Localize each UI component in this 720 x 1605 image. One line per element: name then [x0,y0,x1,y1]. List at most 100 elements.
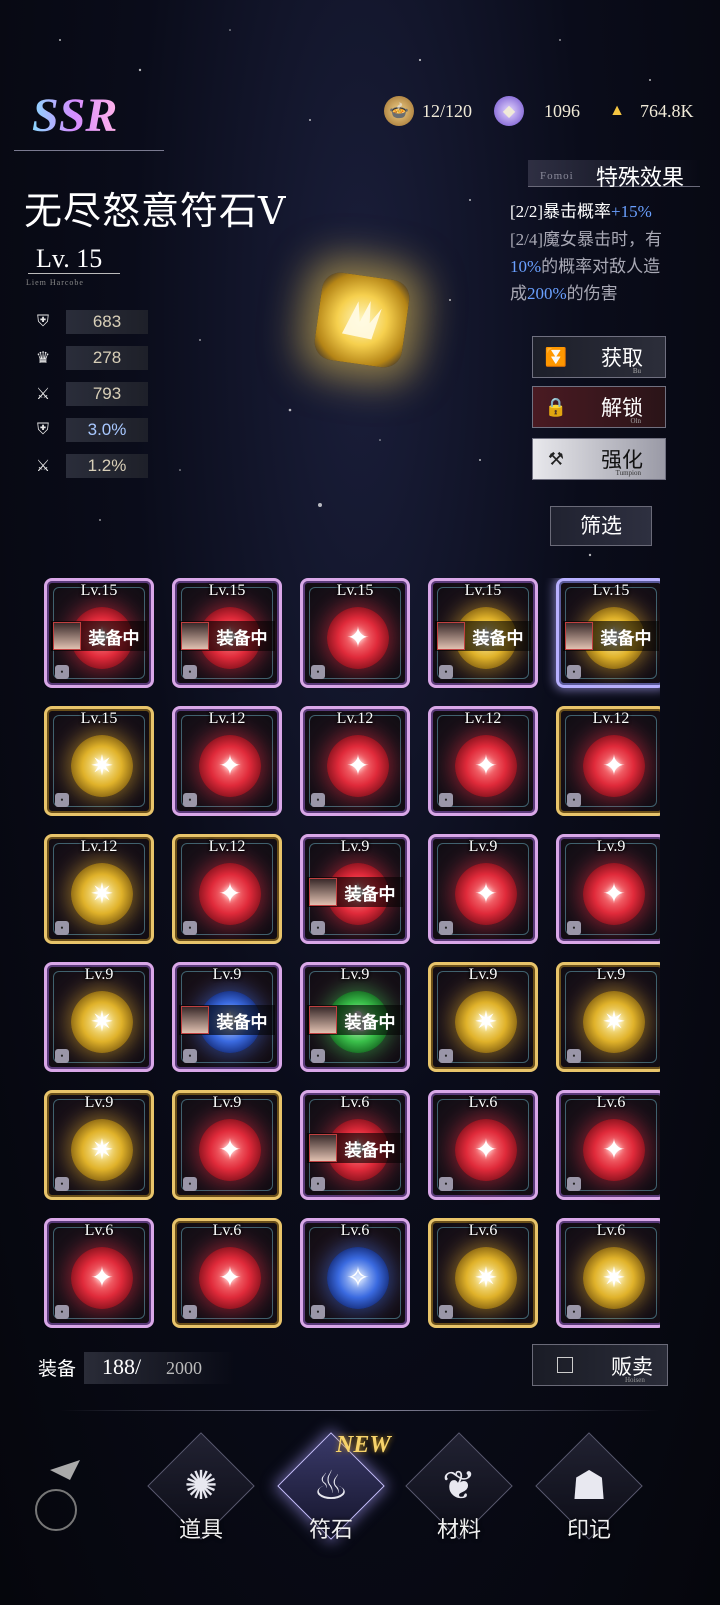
rune-orb-icon: ✦ [327,735,389,797]
sell-checkbox[interactable] [557,1357,573,1373]
effect-text: 成 [510,284,527,303]
nav-seal[interactable]: ☗ 印记 [534,1432,644,1550]
rune-slot[interactable]: ✦ Lv.9 • [556,834,660,944]
stat-row: ⛨ 683 [32,310,148,334]
obtain-button[interactable]: ⏬ 获取 Bu [532,336,666,378]
attack-icon: ⚔ [35,386,51,403]
character-avatar [181,1006,209,1034]
rune-slot[interactable]: ✷ Lv.15 • [44,706,154,816]
enhance-button[interactable]: ⚒ 强化 Tumpion [532,438,666,480]
rune-slot[interactable]: ✦Lv.6•装备中 [300,1090,410,1200]
rune-level: Lv.6 [212,1222,242,1239]
rune-orb-icon: ✦ [455,735,517,797]
lock-icon: • [183,921,197,935]
stamina-resource[interactable]: 🍲 12/120 [384,96,472,126]
rune-level: Lv.6 [468,1094,498,1111]
chevron-down-icon: ⏬ [544,346,568,367]
lock-icon: • [567,1177,581,1191]
lock-icon: • [55,665,69,679]
rune-slot[interactable]: ✷ Lv.9 • [428,962,538,1072]
rune-slot[interactable]: ✦Lv.9•装备中 [300,834,410,944]
bottom-divider [60,1410,660,1411]
rune-slot[interactable]: ✦ Lv.9 • [428,834,538,944]
rune-level: Lv.9 [212,966,242,983]
rune-level: Lv.9 [596,838,626,855]
rune-slot[interactable]: ✦ Lv.6 • [172,1218,282,1328]
rune-level: Lv.6 [84,1222,114,1239]
claw-icon [341,301,382,340]
food-icon: 🍲 [384,96,414,126]
anvil-icon: ⚒ [547,448,565,469]
rune-slot[interactable]: ✷Lv.15•装备中 [556,578,660,688]
rune-level: Lv.6 [596,1222,626,1239]
rune-orb-icon: ✷ [71,863,133,925]
rune-level: Lv.12 [592,710,630,727]
back-rose-ornament[interactable] [20,1440,100,1550]
rune-slot[interactable]: ✦ Lv.12 • [300,706,410,816]
rune-slot[interactable]: ✦ Lv.12 • [556,706,660,816]
obtain-sublabel: Bu [632,367,641,375]
sell-toggle[interactable]: 贩卖 Hoisen [532,1344,668,1386]
rune-slot[interactable]: ✧Lv.9•装备中 [172,962,282,1072]
defense-icon: ⛨ [36,313,49,330]
rune-slot[interactable]: ✦ Lv.12 • [428,706,538,816]
character-avatar [53,622,81,650]
rune-orb-icon: ✦ [327,607,389,669]
rune-slot[interactable]: ✦ Lv.6 • [44,1218,154,1328]
equipped-label: 装备中 [600,628,652,649]
crystal-value: 1096 [544,100,580,121]
equipped-label: 装备中 [216,1012,268,1033]
rune-orb-icon: ✦ [199,735,261,797]
rune-slot[interactable]: ✷ Lv.9 • [44,1090,154,1200]
character-avatar [309,878,337,906]
rune-slot[interactable]: ✷ Lv.9 • [44,962,154,1072]
rune-slot[interactable]: ✦ Lv.12 • [172,834,282,944]
rune-slot[interactable]: ✦ Lv.15 • [300,578,410,688]
rune-orb-icon: ✧ [327,1247,389,1309]
rune-orb-icon: ✦ [199,863,261,925]
lock-icon: • [439,1177,453,1191]
rune-level: Lv.15 [80,582,118,599]
rune-slot[interactable]: ✷ Lv.9 • [556,962,660,1072]
rune-level: Lv.6 [340,1222,370,1239]
rune-slot[interactable]: ✿Lv.9•装备中 [300,962,410,1072]
nav-items[interactable]: ✺ 道具 [146,1432,256,1550]
rune-slot[interactable]: ✦ Lv.6 • [428,1090,538,1200]
rune-slot[interactable]: ✷ Lv.6 • [428,1218,538,1328]
stat-value: 1.2% [66,454,148,478]
nav-materials[interactable]: ❦ 材料 [404,1432,514,1550]
rarity-label: SSR [32,89,118,142]
witch-face-icon: ☗ [571,1463,607,1508]
rune-slot[interactable]: ✦ Lv.9 • [172,1090,282,1200]
enhance-sublabel: Tumpion [615,469,641,477]
lock-icon: • [311,793,325,807]
rune-level: Lv.9 [468,838,498,855]
rune-level: Lv.9 [340,838,370,855]
special-effect-1: [2/2]暴击概率+15% [510,198,700,225]
capacity-current: 188/ [102,1354,142,1379]
rune-slot[interactable]: ✦ Lv.6 • [556,1090,660,1200]
unlock-label: 解锁 [601,396,643,420]
rune-slot[interactable]: ✧ Lv.6 • [300,1218,410,1328]
gold-resource[interactable]: ▲ 764.8K [602,96,693,126]
rune-slot[interactable]: ✦Lv.15•装备中 [172,578,282,688]
rune-slot[interactable]: ✦Lv.15•装备中 [44,578,154,688]
stat-row: ⚔ 793 [32,382,148,406]
rune-level: Lv.15 [80,710,118,727]
lock-icon: • [183,793,197,807]
crystal-resource[interactable]: ◆ 1096 [494,96,580,126]
rune-level: Lv.9 [212,1094,242,1111]
unlock-button[interactable]: 🔒 解锁 Oln [532,386,666,428]
rune-slot[interactable]: ✷ Lv.6 • [556,1218,660,1328]
rune-slot[interactable]: ✦ Lv.12 • [172,706,282,816]
lock-icon: • [439,921,453,935]
rune-slot[interactable]: ✷ Lv.12 • [44,834,154,944]
lock-icon: • [439,793,453,807]
rune-slot[interactable]: ✷Lv.15•装备中 [428,578,538,688]
effect-value: 10% [510,257,542,276]
rune-level: Lv.12 [80,838,118,855]
capacity-max: 2000 [166,1358,202,1378]
filter-button[interactable]: 筛选 [550,506,652,546]
equipped-badge: 装备中 [51,621,147,651]
lock-icon: • [311,1049,325,1063]
